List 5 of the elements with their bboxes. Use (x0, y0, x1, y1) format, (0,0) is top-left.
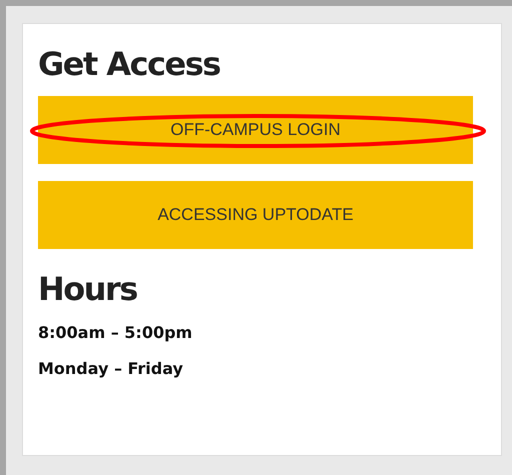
section-heading: Get Access (38, 44, 221, 85)
section-heading: Hours (38, 269, 138, 310)
hours-text: Monday – Friday (38, 359, 184, 379)
link-button[interactable]: ACCESSING UPTODATE (38, 181, 473, 249)
hours-text: 8:00am – 5:00pm (38, 323, 194, 343)
